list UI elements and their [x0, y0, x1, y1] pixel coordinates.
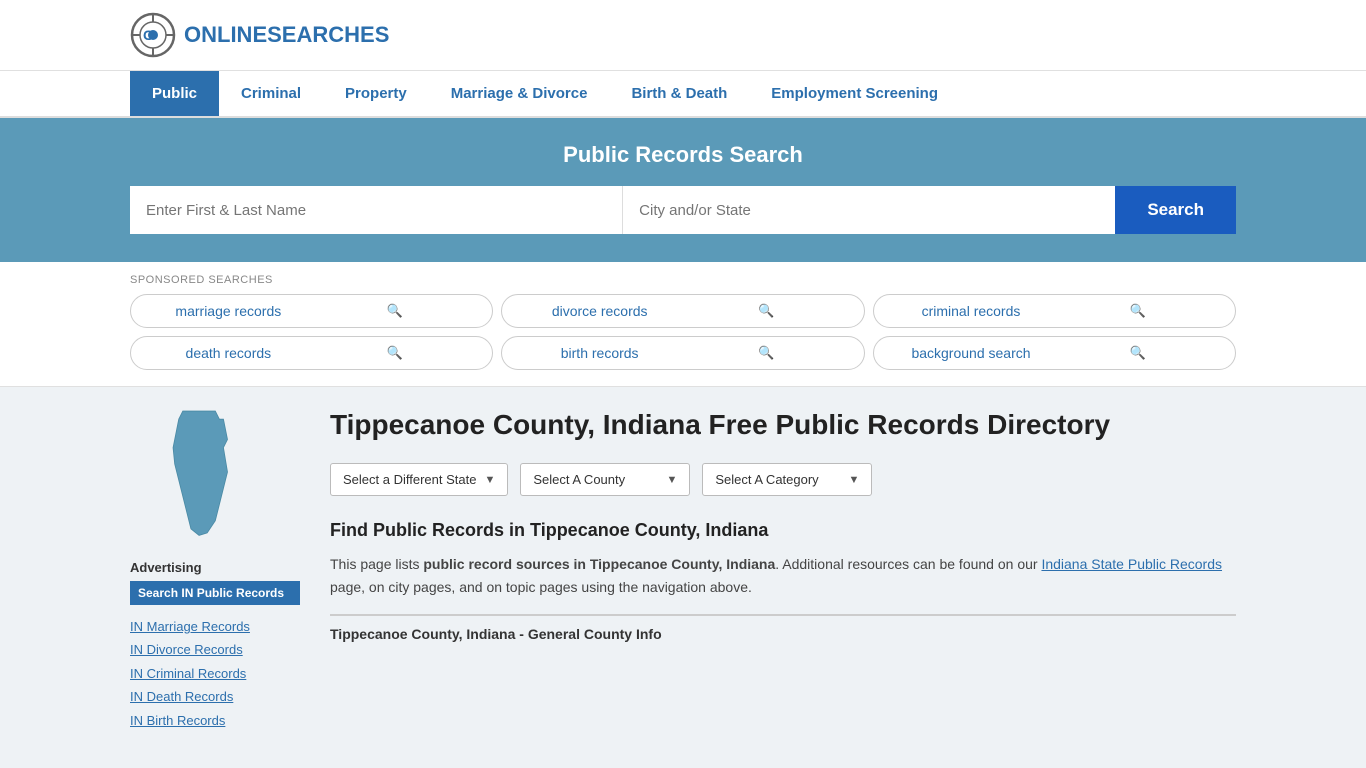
dropdowns-row: Select a Different State ▼ Select A Coun…: [330, 463, 1236, 496]
find-records-title: Find Public Records in Tippecanoe County…: [330, 520, 1236, 541]
nav-link-criminal[interactable]: Criminal: [219, 71, 323, 116]
search-icon: 🔍: [683, 345, 850, 361]
nav-item-employment[interactable]: Employment Screening: [749, 71, 960, 116]
nav-item-public[interactable]: Public: [130, 71, 219, 116]
sidebar-link-birth[interactable]: IN Birth Records: [130, 709, 300, 732]
search-icon: 🔍: [312, 345, 479, 361]
chevron-down-icon: ▼: [848, 474, 859, 486]
sponsored-item-divorce[interactable]: divorce records 🔍: [501, 294, 864, 328]
nav-item-criminal[interactable]: Criminal: [219, 71, 323, 116]
sponsored-label: SPONSORED SEARCHES: [130, 274, 1236, 286]
ad-banner[interactable]: Search IN Public Records: [130, 581, 300, 605]
nav-link-marriage-divorce[interactable]: Marriage & Divorce: [429, 71, 610, 116]
sponsored-item-marriage[interactable]: marriage records 🔍: [130, 294, 493, 328]
description-after-link: page, on city pages, and on topic pages …: [330, 579, 752, 595]
county-dropdown-label: Select A County: [533, 472, 658, 487]
sidebar-link-death[interactable]: IN Death Records: [130, 685, 300, 708]
nav-item-property[interactable]: Property: [323, 71, 429, 116]
search-icon: 🔍: [1054, 303, 1221, 319]
sponsored-label-death: death records: [145, 345, 312, 361]
description-bold: public record sources in Tippecanoe Coun…: [423, 556, 775, 572]
sponsored-grid: marriage records 🔍 divorce records 🔍 cri…: [130, 294, 1236, 370]
state-dropdown[interactable]: Select a Different State ▼: [330, 463, 508, 496]
advertising-label: Advertising: [130, 560, 300, 575]
sponsored-label-background: background search: [888, 345, 1055, 361]
category-dropdown-label: Select A Category: [715, 472, 840, 487]
description-intro: This page lists: [330, 556, 423, 572]
search-hero: Public Records Search Search: [0, 118, 1366, 262]
main-content: Advertising Search IN Public Records IN …: [0, 387, 1366, 752]
state-dropdown-label: Select a Different State: [343, 472, 476, 487]
general-info-header: Tippecanoe County, Indiana - General Cou…: [330, 614, 1236, 642]
nav-link-birth-death[interactable]: Birth & Death: [609, 71, 749, 116]
name-input[interactable]: [130, 186, 623, 234]
sponsored-item-criminal[interactable]: criminal records 🔍: [873, 294, 1236, 328]
chevron-down-icon: ▼: [484, 474, 495, 486]
search-icon: 🔍: [1054, 345, 1221, 361]
sponsored-item-background[interactable]: background search 🔍: [873, 336, 1236, 370]
nav-item-birth-death[interactable]: Birth & Death: [609, 71, 749, 116]
content-area: Tippecanoe County, Indiana Free Public R…: [330, 407, 1236, 642]
search-icon: 🔍: [312, 303, 479, 319]
logo[interactable]: G ONLINESEARCHES: [130, 12, 389, 58]
description-text: This page lists public record sources in…: [330, 553, 1236, 598]
logo-text: ONLINESEARCHES: [184, 22, 389, 48]
description-end: . Additional resources can be found on o…: [775, 556, 1041, 572]
search-icon: 🔍: [683, 303, 850, 319]
sponsored-label-divorce: divorce records: [516, 303, 683, 319]
link-in-birth[interactable]: IN Birth Records: [130, 713, 225, 728]
logo-icon: G: [130, 12, 176, 58]
sidebar-link-divorce[interactable]: IN Divorce Records: [130, 638, 300, 661]
nav-link-employment[interactable]: Employment Screening: [749, 71, 960, 116]
sponsored-item-birth[interactable]: birth records 🔍: [501, 336, 864, 370]
sidebar: Advertising Search IN Public Records IN …: [130, 407, 300, 732]
main-navigation: Public Criminal Property Marriage & Divo…: [0, 71, 1366, 118]
nav-link-public[interactable]: Public: [130, 71, 219, 116]
link-in-death[interactable]: IN Death Records: [130, 689, 233, 704]
sidebar-link-marriage[interactable]: IN Marriage Records: [130, 615, 300, 638]
svg-text:G: G: [143, 27, 154, 43]
sponsored-section: SPONSORED SEARCHES marriage records 🔍 di…: [0, 262, 1366, 387]
page-title: Tippecanoe County, Indiana Free Public R…: [330, 407, 1236, 443]
nav-item-marriage-divorce[interactable]: Marriage & Divorce: [429, 71, 610, 116]
search-bar: Search: [130, 186, 1236, 234]
sponsored-item-death[interactable]: death records 🔍: [130, 336, 493, 370]
sidebar-link-criminal[interactable]: IN Criminal Records: [130, 662, 300, 685]
category-dropdown[interactable]: Select A Category ▼: [702, 463, 872, 496]
search-hero-title: Public Records Search: [130, 142, 1236, 168]
link-in-criminal[interactable]: IN Criminal Records: [130, 666, 246, 681]
sponsored-label-marriage: marriage records: [145, 303, 312, 319]
search-button[interactable]: Search: [1115, 186, 1236, 234]
sidebar-links: IN Marriage Records IN Divorce Records I…: [130, 615, 300, 732]
sponsored-label-birth: birth records: [516, 345, 683, 361]
chevron-down-icon: ▼: [666, 474, 677, 486]
link-in-marriage[interactable]: IN Marriage Records: [130, 619, 250, 634]
indiana-state-link[interactable]: Indiana State Public Records: [1041, 556, 1222, 572]
nav-link-property[interactable]: Property: [323, 71, 429, 116]
state-map-indiana: [130, 407, 260, 537]
sponsored-label-criminal: criminal records: [888, 303, 1055, 319]
county-dropdown[interactable]: Select A County ▼: [520, 463, 690, 496]
location-input[interactable]: [623, 186, 1115, 234]
link-in-divorce[interactable]: IN Divorce Records: [130, 642, 243, 657]
top-header: G ONLINESEARCHES: [0, 0, 1366, 71]
